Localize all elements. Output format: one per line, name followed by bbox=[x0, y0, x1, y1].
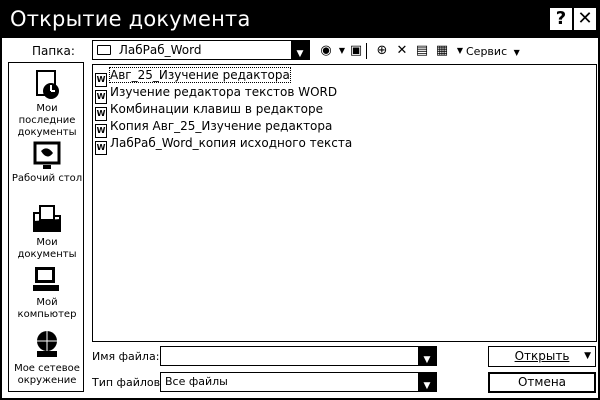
open-dropdown-icon[interactable]: ▼ bbox=[584, 347, 591, 366]
folder-icon bbox=[97, 45, 111, 55]
back-icon[interactable]: ◉ bbox=[318, 43, 334, 59]
views-icon[interactable]: ▦ bbox=[434, 43, 450, 59]
folder-dropdown-icon[interactable]: ▼ bbox=[291, 41, 309, 59]
up-folder-icon[interactable]: ▣ bbox=[348, 43, 364, 59]
search-web-icon[interactable]: ⊕ bbox=[374, 43, 390, 59]
service-menu[interactable]: Сервис ▼ bbox=[466, 45, 520, 58]
my-documents-icon bbox=[33, 205, 61, 232]
list-item[interactable]: W Авг_25_Изучение редактора bbox=[95, 67, 291, 87]
cancel-label: Отмена bbox=[517, 375, 567, 389]
place-label: Мои последние документы bbox=[17, 103, 77, 138]
filetype-select[interactable]: Все файлы ▼ bbox=[160, 372, 437, 392]
filetype-dropdown-icon[interactable]: ▼ bbox=[418, 373, 436, 391]
delete-icon[interactable]: ✕ bbox=[394, 43, 410, 59]
window-title: Открытие документа bbox=[10, 7, 251, 31]
place-label: Мое сетевое окружение bbox=[14, 363, 80, 386]
filename-label: Имя файла: bbox=[92, 350, 160, 363]
folder-label: Папка: bbox=[32, 44, 75, 58]
service-label: Сервис bbox=[466, 45, 508, 58]
filetype-label: Тип файлов: bbox=[92, 376, 164, 389]
open-button[interactable]: Открыть ▼ bbox=[488, 346, 596, 367]
list-item[interactable]: W Копия Авг_25_Изучение редактора bbox=[95, 118, 332, 138]
open-document-dialog: Открытие документа ? ✕ Папка: ЛабРаб_Wor… bbox=[0, 0, 600, 400]
place-label: Рабочий стол bbox=[11, 173, 83, 184]
list-item[interactable]: W ЛабРаб_Word_копия исходного текста bbox=[95, 135, 352, 155]
recent-documents-icon bbox=[36, 70, 59, 99]
filename-input[interactable]: ▼ bbox=[160, 346, 437, 366]
title-bar: Открытие документа ? ✕ bbox=[2, 2, 598, 38]
cancel-button[interactable]: Отмена bbox=[488, 372, 596, 393]
place-label: Мои документы bbox=[17, 237, 77, 260]
place-my-documents[interactable]: Мои документы bbox=[9, 203, 85, 261]
place-desktop[interactable]: Рабочий стол bbox=[9, 139, 85, 185]
place-network[interactable]: Мое сетевое окружение bbox=[9, 329, 85, 387]
service-dropdown-icon: ▼ bbox=[513, 48, 520, 57]
filename-dropdown-icon[interactable]: ▼ bbox=[418, 347, 436, 365]
place-my-computer[interactable]: Мой компьютер bbox=[9, 263, 85, 321]
my-computer-icon bbox=[33, 267, 59, 291]
place-recent[interactable]: Мои последние документы bbox=[9, 69, 85, 139]
list-item[interactable]: W Изучение редактора текстов WORD bbox=[95, 84, 337, 104]
list-item[interactable]: W Комбинации клавиш в редакторе bbox=[95, 101, 323, 121]
filetype-value: Все файлы bbox=[165, 375, 228, 388]
network-icon bbox=[37, 331, 57, 357]
open-label: Открыть bbox=[514, 349, 570, 363]
places-bar: Мои последние документы Рабочий стол Мои… bbox=[8, 62, 84, 392]
toolbar-divider bbox=[366, 43, 368, 59]
desktop-icon bbox=[33, 141, 61, 169]
new-folder-icon[interactable]: ▤ bbox=[414, 43, 430, 59]
help-button[interactable]: ? bbox=[549, 7, 573, 31]
file-list: W Авг_25_Изучение редактора W Изучение ред… bbox=[92, 64, 597, 342]
folder-select[interactable]: ЛабРаб_Word ▼ bbox=[92, 40, 310, 60]
place-label: Мой компьютер bbox=[17, 297, 77, 320]
folder-value: ЛабРаб_Word bbox=[118, 43, 202, 57]
close-button[interactable]: ✕ bbox=[573, 7, 597, 31]
word-document-icon: W bbox=[95, 141, 107, 155]
